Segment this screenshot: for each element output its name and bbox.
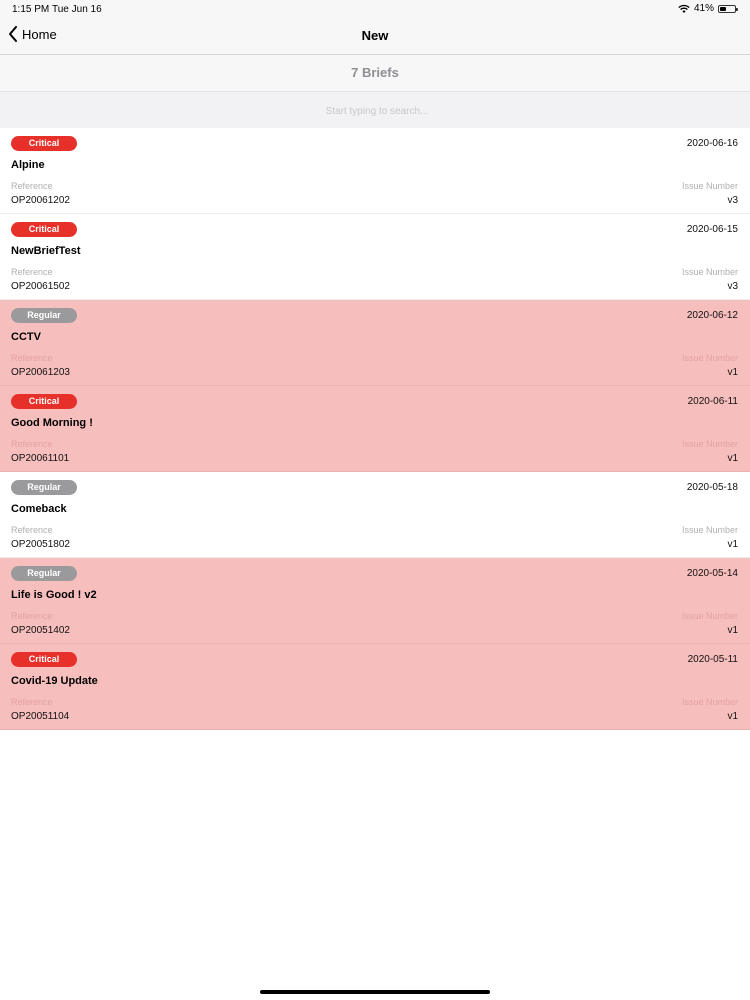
search-input[interactable] <box>0 92 750 130</box>
reference-label: Reference <box>11 439 53 449</box>
status-right: 41% <box>678 3 738 14</box>
brief-title: Covid-19 Update <box>11 675 98 687</box>
priority-badge: Regular <box>11 480 77 495</box>
reference-label: Reference <box>11 267 53 277</box>
priority-badge: Regular <box>11 566 77 581</box>
reference-label: Reference <box>11 181 53 191</box>
issue-number-label: Issue Number <box>681 439 738 449</box>
issue-number-value: v1 <box>727 625 738 636</box>
status-bar: 1:15 PM Tue Jun 16 41% <box>0 0 750 18</box>
priority-badge: Regular <box>11 308 77 323</box>
list-item[interactable]: Critical 2020-06-11 Good Morning ! Referenc… <box>0 386 750 472</box>
brief-title: CCTV <box>11 331 41 343</box>
issue-number-label: Issue Number <box>681 267 738 277</box>
list-item[interactable]: Critical 2020-06-15 NewBriefTest Reference I… <box>0 214 750 300</box>
navigation-bar: Home New <box>0 18 750 55</box>
reference-label: Reference <box>11 697 53 707</box>
priority-badge: Critical <box>11 394 77 409</box>
status-time: 1:15 PM <box>12 4 50 15</box>
issue-number-value: v3 <box>727 195 738 206</box>
issue-number-value: v1 <box>727 539 738 550</box>
issue-number-label: Issue Number <box>681 353 738 363</box>
priority-badge: Critical <box>11 652 77 667</box>
brief-title: Life is Good ! v2 <box>11 589 97 601</box>
issue-number-label: Issue Number <box>681 697 738 707</box>
issue-number-label: Issue Number <box>681 181 738 191</box>
brief-count: 7 Briefs <box>0 55 750 92</box>
brief-title: Comeback <box>11 503 67 515</box>
reference-value: OP20051402 <box>11 625 70 636</box>
battery-icon <box>718 4 738 13</box>
brief-date: 2020-06-12 <box>686 310 738 321</box>
status-date: Tue Jun 16 <box>52 4 102 15</box>
reference-label: Reference <box>11 525 53 535</box>
brief-title: Alpine <box>11 159 45 171</box>
reference-value: OP20061502 <box>11 281 70 292</box>
brief-date: 2020-06-16 <box>686 138 738 149</box>
reference-value: OP20051104 <box>11 711 70 722</box>
reference-value: OP20061101 <box>11 453 70 464</box>
brief-date: 2020-06-11 <box>687 396 738 407</box>
priority-badge: Critical <box>11 136 77 151</box>
list-item[interactable]: Critical 2020-05-11 Covid-19 Update Referen… <box>0 644 750 730</box>
battery-fill <box>720 6 726 11</box>
reference-label: Reference <box>11 353 53 363</box>
wifi-icon <box>678 4 690 13</box>
reference-label: Reference <box>11 611 53 621</box>
list-item[interactable]: Critical 2020-06-16 Alpine Reference Issue N… <box>0 128 750 214</box>
brief-date: 2020-05-14 <box>686 568 738 579</box>
list-item[interactable]: Regular 2020-06-12 CCTV Reference Issue Numb… <box>0 300 750 386</box>
brief-date: 2020-06-15 <box>686 224 738 235</box>
search-bar[interactable] <box>0 92 750 130</box>
battery-percent: 41% <box>693 3 714 14</box>
issue-number-label: Issue Number <box>681 611 738 621</box>
list-item[interactable]: Regular 2020-05-14 Life is Good ! v2 Refere… <box>0 558 750 644</box>
priority-badge: Critical <box>11 222 77 237</box>
home-indicator[interactable] <box>260 990 490 994</box>
page-title: New <box>361 28 389 43</box>
reference-value: OP20051802 <box>11 539 70 550</box>
brief-list: Critical 2020-06-16 Alpine Reference Issue N… <box>0 128 750 730</box>
brief-date: 2020-05-11 <box>687 654 738 665</box>
reference-value: OP20061203 <box>11 367 70 378</box>
reference-value: OP20061202 <box>11 195 70 206</box>
issue-number-value: v1 <box>727 453 738 464</box>
issue-number-value: v1 <box>727 367 738 378</box>
brief-title: Good Morning ! <box>11 417 93 429</box>
brief-title: NewBriefTest <box>11 245 81 257</box>
issue-number-label: Issue Number <box>681 525 738 535</box>
brief-date: 2020-05-18 <box>686 482 738 493</box>
issue-number-value: v3 <box>727 281 738 292</box>
issue-number-value: v1 <box>727 711 738 722</box>
list-item[interactable]: Regular 2020-05-18 Comeback Reference Issue … <box>0 472 750 558</box>
